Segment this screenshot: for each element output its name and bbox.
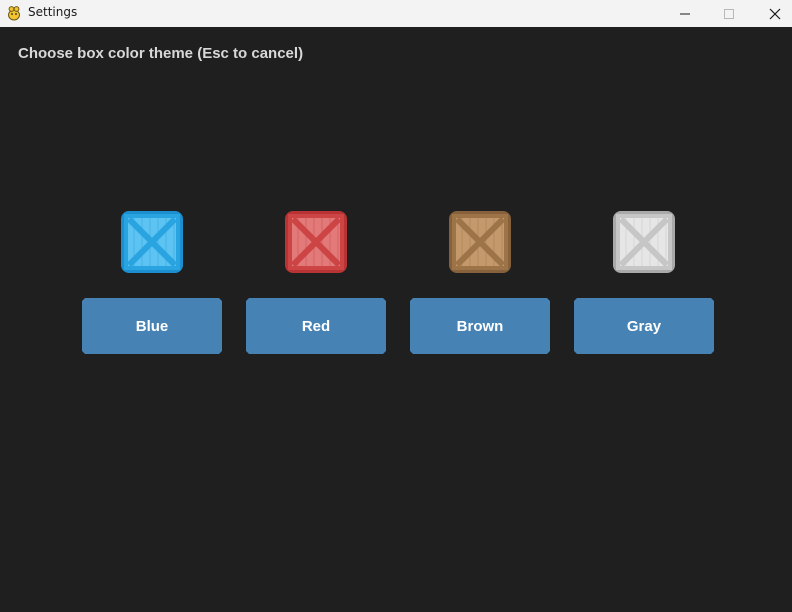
window-title: Settings bbox=[28, 5, 78, 19]
blue-theme-button[interactable]: Blue bbox=[82, 298, 222, 354]
crate-preview-red-icon bbox=[284, 210, 348, 274]
crate-preview-gray-icon bbox=[612, 210, 676, 274]
gray-theme-button[interactable]: Gray bbox=[574, 298, 714, 354]
close-icon bbox=[769, 8, 781, 19]
maximize-button[interactable] bbox=[706, 0, 752, 27]
maximize-icon bbox=[724, 8, 734, 19]
title-bar: Settings bbox=[0, 0, 792, 27]
close-button[interactable] bbox=[752, 0, 792, 27]
red-theme-button[interactable]: Red bbox=[246, 298, 386, 354]
settings-panel: Choose box color theme (Esc to cancel) B… bbox=[0, 27, 792, 612]
crate-preview-brown-icon bbox=[448, 210, 512, 274]
crate-preview-blue-icon bbox=[120, 210, 184, 274]
minimize-icon bbox=[680, 13, 690, 14]
pygame-app-icon bbox=[6, 5, 22, 21]
minimize-button[interactable] bbox=[662, 0, 708, 27]
brown-theme-button[interactable]: Brown bbox=[410, 298, 550, 354]
instruction-text: Choose box color theme (Esc to cancel) bbox=[18, 45, 304, 62]
